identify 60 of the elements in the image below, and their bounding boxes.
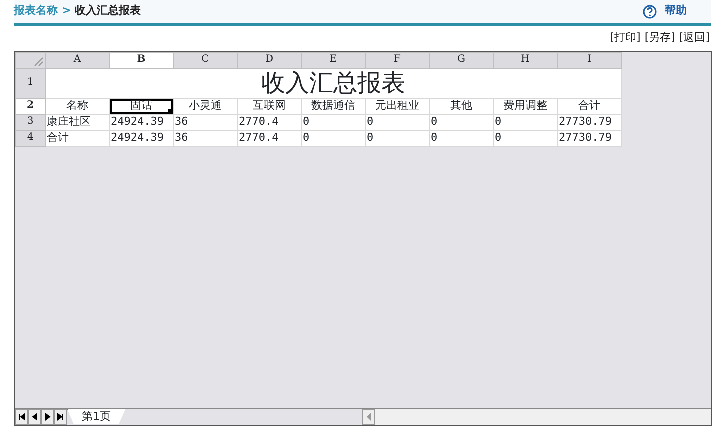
first-page-button[interactable] (15, 408, 28, 424)
last-page-icon (56, 412, 66, 422)
column-header[interactable]: E (302, 52, 366, 68)
toolbar-link[interactable]: [返回] (679, 30, 710, 46)
column-heading-cell[interactable]: 元出租业 (366, 98, 430, 114)
previous-page-button[interactable] (28, 408, 41, 424)
table-cell[interactable]: 0 (494, 130, 558, 146)
table-cell[interactable]: 0 (302, 114, 366, 130)
breadcrumb-separator: > (62, 3, 72, 20)
help-icon[interactable] (643, 4, 657, 18)
last-page-button[interactable] (54, 408, 67, 424)
table-cell[interactable]: 0 (366, 130, 430, 146)
row-header[interactable]: 2 (16, 98, 46, 114)
column-heading-cell[interactable]: 合计 (558, 98, 622, 114)
table-cell[interactable]: 2770.4 (238, 130, 302, 146)
column-heading-cell[interactable]: 数据通信 (302, 98, 366, 114)
first-page-icon (16, 412, 26, 422)
table-cell[interactable]: 合计 (46, 130, 110, 146)
sheet-tab[interactable]: 第1页 (67, 408, 126, 424)
page-title: 收入汇总报表 (75, 3, 142, 20)
column-header[interactable]: C (174, 52, 238, 68)
table-cell[interactable]: 27730.79 (558, 130, 622, 146)
next-page-button[interactable] (41, 408, 54, 424)
table-cell[interactable]: 0 (430, 130, 494, 146)
column-heading-cell[interactable]: 互联网 (238, 98, 302, 114)
table-cell[interactable]: 27730.79 (558, 114, 622, 130)
column-header[interactable]: B (110, 52, 174, 68)
table-cell[interactable]: 康庄社区 (46, 114, 110, 130)
column-header[interactable]: I (558, 52, 622, 68)
row-header[interactable]: 1 (16, 68, 46, 98)
table-cell[interactable]: 0 (494, 114, 558, 130)
column-heading-cell[interactable]: 名称 (46, 98, 110, 114)
table-cell[interactable]: 2770.4 (238, 114, 302, 130)
previous-page-icon (30, 412, 40, 422)
toolbar-link[interactable]: [打印] (610, 30, 641, 46)
next-page-icon (42, 412, 52, 422)
column-header[interactable]: F (366, 52, 430, 68)
table-cell[interactable]: 36 (174, 130, 238, 146)
column-header[interactable]: A (46, 52, 110, 68)
fill-handle[interactable] (168, 108, 172, 113)
column-heading-cell[interactable]: 固话 (110, 98, 174, 114)
table-cell[interactable]: 24924.39 (110, 114, 174, 130)
report-title: 收入汇总报表 (46, 68, 622, 98)
column-heading-cell[interactable]: 费用调整 (494, 98, 558, 114)
column-header[interactable]: D (238, 52, 302, 68)
table-cell[interactable]: 0 (302, 130, 366, 146)
scroll-left-button[interactable] (362, 408, 375, 424)
table-cell[interactable]: 24924.39 (110, 130, 174, 146)
table-cell[interactable]: 36 (174, 114, 238, 130)
help-link[interactable]: 帮助 (665, 3, 687, 20)
column-header[interactable]: G (430, 52, 494, 68)
row-header[interactable]: 4 (16, 130, 46, 146)
column-header[interactable]: H (494, 52, 558, 68)
row-header[interactable]: 3 (16, 114, 46, 130)
table-cell[interactable]: 0 (366, 114, 430, 130)
table-cell[interactable]: 0 (430, 114, 494, 130)
scroll-left-icon (366, 412, 372, 420)
column-heading-cell[interactable]: 小灵通 (174, 98, 238, 114)
column-heading-cell[interactable]: 其他 (430, 98, 494, 114)
toolbar-link[interactable]: [另存] (644, 30, 676, 46)
